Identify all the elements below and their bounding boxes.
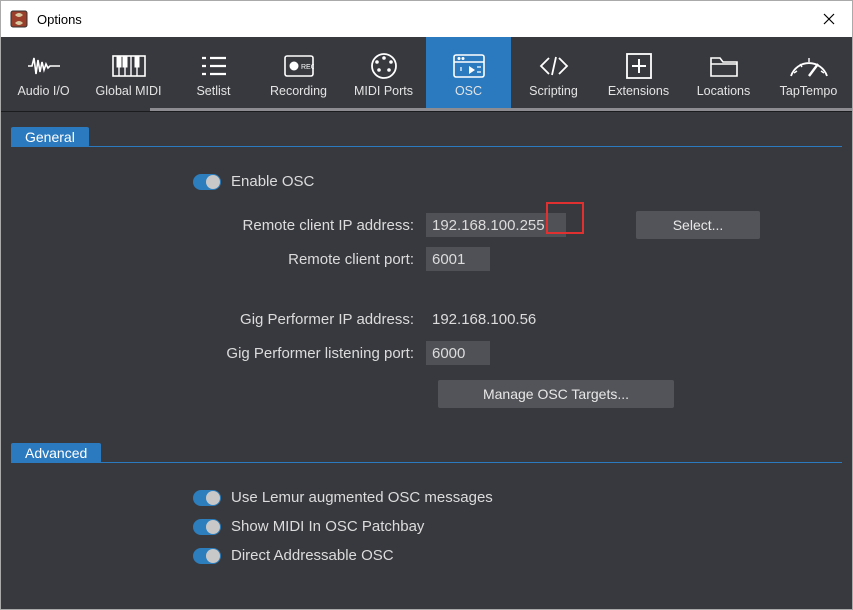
tab-osc[interactable]: OSC: [426, 37, 511, 111]
remote-ip-label: Remote client IP address:: [1, 217, 426, 234]
advanced-form: Use Lemur augmented OSC messages Show MI…: [1, 483, 852, 570]
list-icon: [200, 51, 228, 81]
midi-patchbay-toggle[interactable]: [193, 519, 221, 535]
section-advanced-wrap: Advanced: [11, 428, 842, 463]
remote-ip-input[interactable]: 192.168.100.255: [426, 213, 566, 237]
remote-port-label: Remote client port:: [1, 251, 426, 268]
gp-ip-value: 192.168.100.56: [426, 311, 536, 328]
tab-scripting[interactable]: Scripting: [511, 37, 596, 111]
tab-extensions[interactable]: Extensions: [596, 37, 681, 111]
remote-port-row: Remote client port: 6001: [1, 242, 852, 276]
window-title: Options: [37, 12, 82, 27]
tab-midi-ports[interactable]: MIDI Ports: [341, 37, 426, 111]
remote-ip-row: Remote client IP address: 192.168.100.25…: [1, 208, 852, 242]
code-icon: [539, 51, 569, 81]
midi-port-icon: [370, 51, 398, 81]
midi-patchbay-row: Show MIDI In OSC Patchbay: [1, 512, 852, 541]
tab-setlist[interactable]: Setlist: [171, 37, 256, 111]
app-icon: [9, 9, 29, 29]
direct-osc-label: Direct Addressable OSC: [231, 547, 394, 564]
midi-patchbay-label: Show MIDI In OSC Patchbay: [231, 518, 424, 535]
tab-bar: Audio I/O Global MIDI Setlist REC Record…: [1, 37, 852, 112]
enable-osc-label: Enable OSC: [231, 173, 314, 190]
enable-osc-toggle[interactable]: [193, 174, 221, 190]
waveform-icon: [26, 51, 62, 81]
piano-icon: [112, 51, 146, 81]
tab-locations[interactable]: Locations: [681, 37, 766, 111]
gauge-icon: [788, 51, 830, 81]
lemur-toggle[interactable]: [193, 490, 221, 506]
manage-osc-targets-button[interactable]: Manage OSC Targets...: [438, 380, 674, 408]
direct-osc-toggle[interactable]: [193, 548, 221, 564]
folder-icon: [709, 51, 739, 81]
tab-global-midi[interactable]: Global MIDI: [86, 37, 171, 111]
svg-text:REC: REC: [301, 64, 314, 71]
content: General Enable OSC Remote client IP addr…: [1, 112, 852, 570]
gp-port-row: Gig Performer listening port: 6000: [1, 336, 852, 370]
gp-port-label: Gig Performer listening port:: [1, 345, 426, 362]
section-general-wrap: General: [11, 112, 842, 147]
section-header-advanced: Advanced: [11, 443, 101, 463]
gp-ip-label: Gig Performer IP address:: [1, 311, 426, 328]
tab-underline: [150, 108, 852, 111]
plus-box-icon: [626, 51, 652, 81]
gp-port-input[interactable]: 6000: [426, 341, 490, 365]
close-button[interactable]: [806, 1, 852, 37]
window-body: Audio I/O Global MIDI Setlist REC Record…: [1, 37, 852, 609]
titlebar: Options: [1, 1, 852, 37]
lemur-row: Use Lemur augmented OSC messages: [1, 483, 852, 512]
general-form: Enable OSC Remote client IP address: 192…: [1, 167, 852, 408]
gp-ip-row: Gig Performer IP address: 192.168.100.56: [1, 302, 852, 336]
tab-tap-tempo[interactable]: TapTempo: [766, 37, 851, 111]
select-button[interactable]: Select...: [636, 211, 760, 239]
section-header-general: General: [11, 127, 89, 147]
record-icon: REC: [284, 51, 314, 81]
osc-icon: [453, 51, 485, 81]
direct-osc-row: Direct Addressable OSC: [1, 541, 852, 570]
remote-port-input[interactable]: 6001: [426, 247, 490, 271]
tab-audio-io[interactable]: Audio I/O: [1, 37, 86, 111]
tab-recording[interactable]: REC Recording: [256, 37, 341, 111]
lemur-label: Use Lemur augmented OSC messages: [231, 489, 493, 506]
options-window: Options Audio I/O Global MIDI: [0, 0, 853, 610]
enable-osc-row: Enable OSC: [1, 167, 852, 196]
